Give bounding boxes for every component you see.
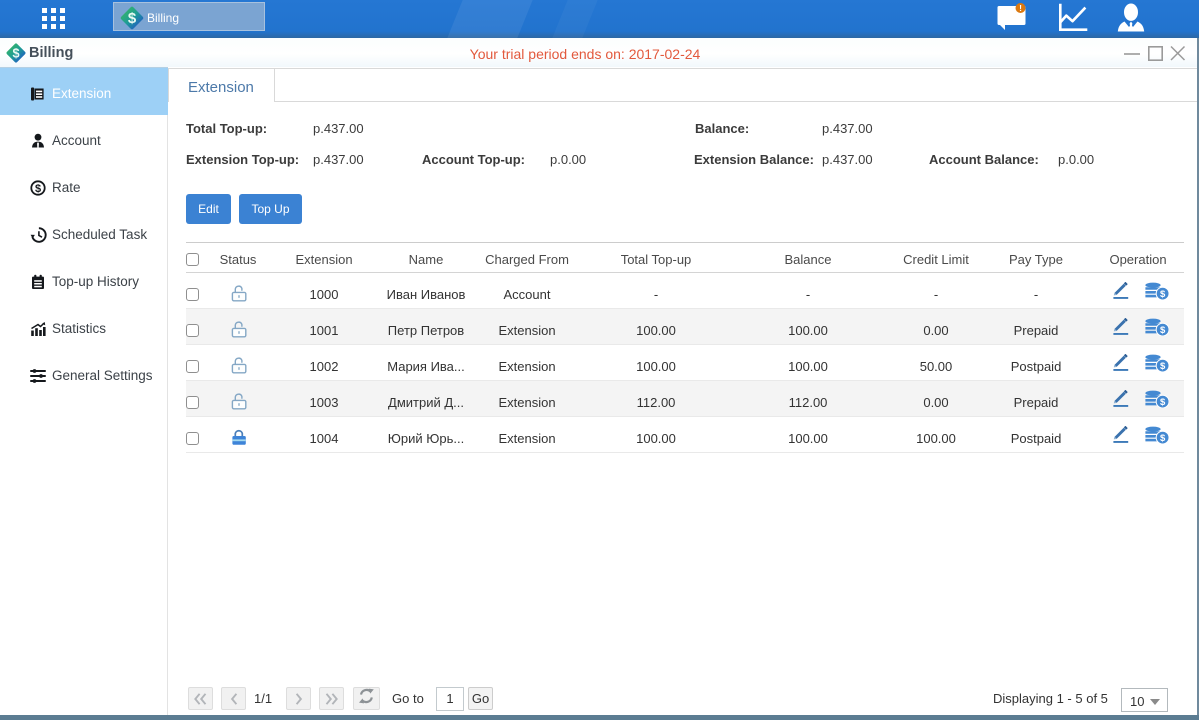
svg-text:$: $ bbox=[1160, 433, 1166, 444]
svg-text:$: $ bbox=[35, 183, 41, 195]
svg-text:$: $ bbox=[1160, 361, 1166, 372]
svg-text:!: ! bbox=[1019, 3, 1022, 13]
svg-text:$: $ bbox=[1160, 289, 1166, 300]
svg-text:$: $ bbox=[1160, 397, 1166, 408]
svg-text:$: $ bbox=[1160, 325, 1166, 336]
svg-text:$: $ bbox=[128, 10, 137, 27]
